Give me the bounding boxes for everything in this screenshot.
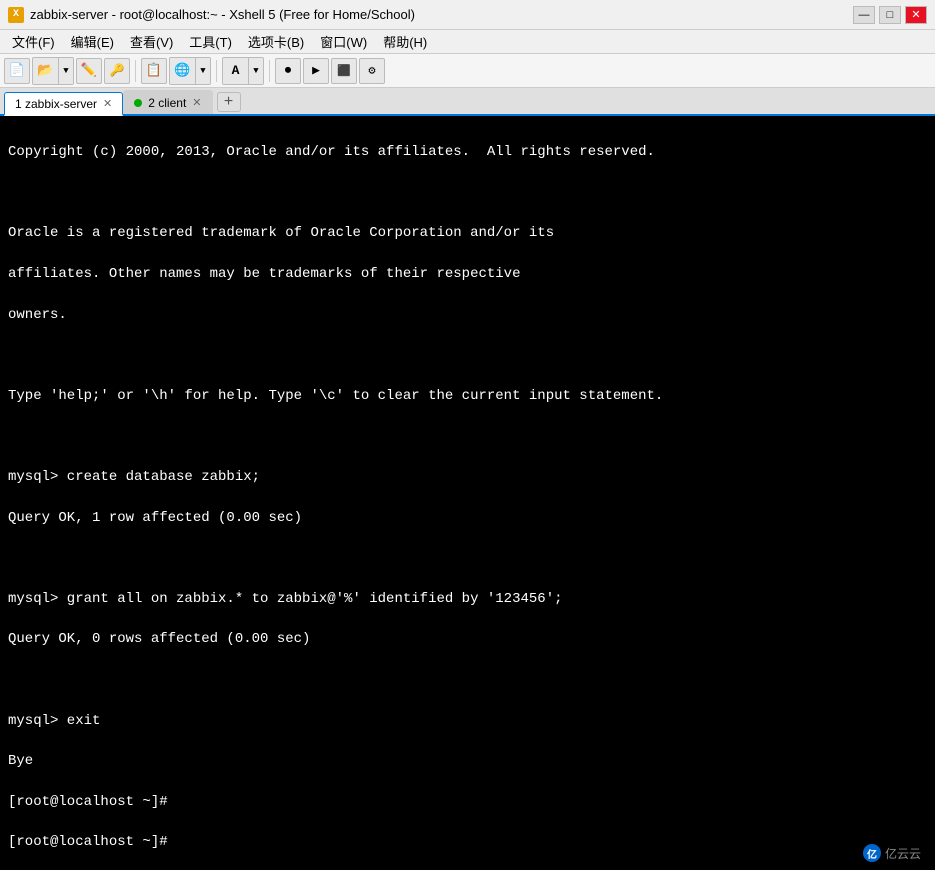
- watermark: 亿 亿云云: [857, 842, 927, 864]
- tab-zabbix-server-close[interactable]: ✕: [103, 97, 112, 110]
- term-line-8: mysql> create database zabbix;: [8, 467, 927, 487]
- menu-view[interactable]: 查看(V): [122, 30, 181, 53]
- term-line-9: Query OK, 1 row affected (0.00 sec): [8, 508, 927, 528]
- close-button[interactable]: ✕: [905, 6, 927, 24]
- toolbar-config-button[interactable]: ⚙: [359, 58, 385, 84]
- toolbar-new-button[interactable]: 📄: [4, 58, 30, 84]
- term-line-6: Type 'help;' or '\h' for help. Type '\c'…: [8, 386, 927, 406]
- term-line-7: [8, 426, 927, 446]
- term-line-0: Copyright (c) 2000, 2013, Oracle and/or …: [8, 142, 927, 162]
- term-line-2: Oracle is a registered trademark of Orac…: [8, 223, 927, 243]
- tab-zabbix-server-label: 1 zabbix-server: [15, 97, 97, 111]
- maximize-button[interactable]: □: [879, 6, 901, 24]
- tab-client-dot: [134, 99, 142, 107]
- toolbar-globe-group: 🌐 ▼: [169, 57, 211, 85]
- term-line-14: mysql> exit: [8, 711, 927, 731]
- term-line-17: [root@localhost ~]#: [8, 832, 927, 852]
- toolbar-open-button[interactable]: 📂: [33, 58, 59, 84]
- toolbar-separator-3: [269, 60, 270, 82]
- toolbar-key-button[interactable]: 🔑: [104, 58, 130, 84]
- term-line-3: affiliates. Other names may be trademark…: [8, 264, 927, 284]
- term-line-13: [8, 670, 927, 690]
- term-line-10: [8, 548, 927, 568]
- toolbar-font-button[interactable]: A: [223, 58, 249, 84]
- menu-tools[interactable]: 工具(T): [181, 30, 240, 53]
- toolbar-open-dropdown[interactable]: ▼: [59, 58, 73, 84]
- toolbar-edit-button[interactable]: ✏️: [76, 58, 102, 84]
- menu-window[interactable]: 窗口(W): [312, 30, 375, 53]
- term-line-5: [8, 345, 927, 365]
- term-line-16: [root@localhost ~]#: [8, 792, 927, 812]
- term-line-12: Query OK, 0 rows affected (0.00 sec): [8, 629, 927, 649]
- menubar: 文件(F) 编辑(E) 查看(V) 工具(T) 选项卡(B) 窗口(W) 帮助(…: [0, 30, 935, 54]
- term-line-1: [8, 183, 927, 203]
- menu-file[interactable]: 文件(F): [4, 30, 63, 53]
- toolbar-globe-button[interactable]: 🌐: [170, 58, 196, 84]
- menu-edit[interactable]: 编辑(E): [63, 30, 122, 53]
- terminal[interactable]: Copyright (c) 2000, 2013, Oracle and/or …: [0, 116, 935, 870]
- toolbar-rec-button[interactable]: ⏺: [275, 58, 301, 84]
- tabbar: 1 zabbix-server ✕ 2 client ✕ +: [0, 88, 935, 116]
- menu-help[interactable]: 帮助(H): [375, 30, 435, 53]
- tab-client[interactable]: 2 client ✕: [123, 90, 212, 114]
- toolbar-stop-button[interactable]: ⬛: [331, 58, 357, 84]
- term-line-4: owners.: [8, 305, 927, 325]
- watermark-text: 亿云云: [885, 845, 921, 862]
- window-controls: — □ ✕: [853, 6, 927, 24]
- tab-client-label: 2 client: [148, 96, 186, 110]
- watermark-logo: 亿: [863, 844, 881, 862]
- toolbar-open-group: 📂 ▼: [32, 57, 74, 85]
- toolbar-font-dropdown[interactable]: ▼: [249, 58, 263, 84]
- titlebar: X zabbix-server - root@localhost:~ - Xsh…: [0, 0, 935, 30]
- minimize-button[interactable]: —: [853, 6, 875, 24]
- toolbar-separator-2: [216, 60, 217, 82]
- toolbar-globe-dropdown[interactable]: ▼: [196, 58, 210, 84]
- toolbar: 📄 📂 ▼ ✏️ 🔑 📋 🌐 ▼ A ▼ ⏺ ▶ ⬛ ⚙: [0, 54, 935, 88]
- toolbar-font-group: A ▼: [222, 57, 264, 85]
- toolbar-play-button[interactable]: ▶: [303, 58, 329, 84]
- tab-client-close[interactable]: ✕: [192, 96, 201, 109]
- tab-zabbix-server[interactable]: 1 zabbix-server ✕: [4, 92, 123, 116]
- window-title: zabbix-server - root@localhost:~ - Xshel…: [30, 7, 853, 22]
- term-line-11: mysql> grant all on zabbix.* to zabbix@'…: [8, 589, 927, 609]
- toolbar-copy-button[interactable]: 📋: [141, 58, 167, 84]
- menu-tabs[interactable]: 选项卡(B): [240, 30, 312, 53]
- toolbar-separator-1: [135, 60, 136, 82]
- app-icon: X: [8, 7, 24, 23]
- tab-add-button[interactable]: +: [217, 92, 241, 112]
- term-line-15: Bye: [8, 751, 927, 771]
